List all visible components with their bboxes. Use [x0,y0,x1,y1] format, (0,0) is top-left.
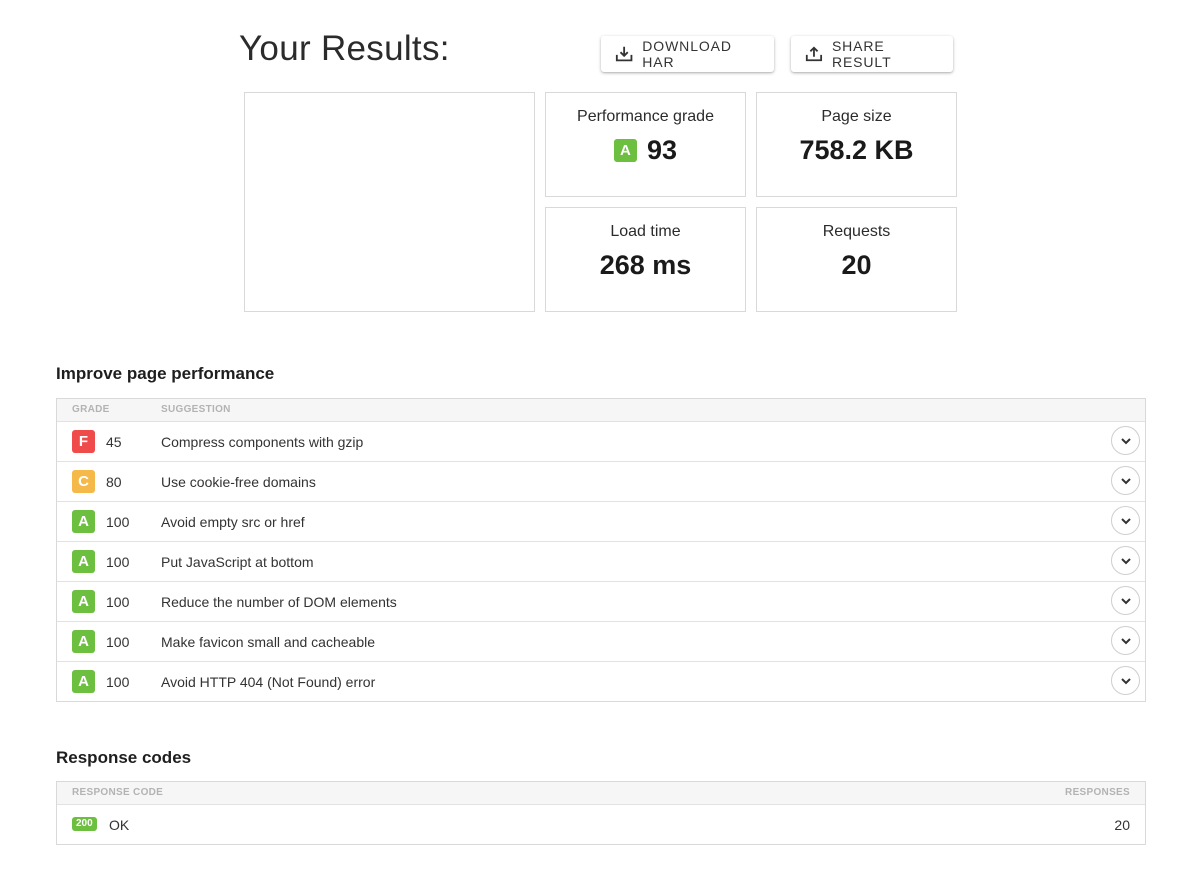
column-header-response-code: RESPONSE CODE [72,787,164,798]
expand-button[interactable] [1111,626,1140,655]
download-har-button[interactable]: DOWNLOAD HAR [601,36,774,72]
share-result-label: SHARE RESULT [831,38,892,70]
chevron-down-icon [1120,437,1131,444]
score-value: 100 [106,554,130,570]
table-row[interactable]: A 100 Reduce the number of DOM elements [57,582,1145,622]
table-row[interactable]: A 100 Avoid empty src or href [57,502,1145,542]
chevron-down-icon [1120,477,1131,484]
suggestion-text: Make favicon small and cacheable [161,634,376,650]
score-value: 100 [106,674,130,690]
expand-button[interactable] [1111,506,1140,535]
grade-badge: A [613,139,637,162]
chevron-down-icon [1120,597,1131,604]
table-header: RESPONSE CODE RESPONSES [57,782,1145,805]
grade-badge: A [72,550,95,573]
suggestion-text: Use cookie-free domains [161,474,316,490]
suggestion-text: Compress components with gzip [161,434,364,450]
table-row: 200 OK 20 [57,805,1145,844]
column-header-responses: RESPONSES [1065,787,1130,798]
suggestion-text: Reduce the number of DOM elements [161,594,397,610]
requests-value: 20 [841,250,872,280]
responses-count: 20 [1114,817,1130,833]
performance-grade-label: Performance grade [577,108,714,125]
score-value: 100 [106,594,130,610]
page-screenshot-preview [244,92,535,312]
suggestion-text: Avoid HTTP 404 (Not Found) error [161,674,376,690]
page-size-value: 758.2 KB [799,135,914,165]
grade-badge: A [72,630,95,653]
performance-grade-value: 93 [646,135,678,165]
expand-button[interactable] [1111,666,1140,695]
grade-badge: A [72,670,95,693]
status-text: OK [109,817,130,833]
chevron-down-icon [1120,637,1131,644]
chevron-down-icon [1120,677,1131,684]
page-size-label: Page size [821,108,892,125]
page-size-tile: Page size 758.2 KB [756,92,957,197]
expand-button[interactable] [1111,546,1140,575]
load-time-value: 268 ms [599,250,692,280]
column-header-suggestion: SUGGESTION [161,404,231,415]
grade-badge: A [72,590,95,613]
chevron-down-icon [1120,517,1131,524]
requests-label: Requests [822,223,891,240]
table-row[interactable]: A 100 Avoid HTTP 404 (Not Found) error [57,662,1145,701]
performance-table: GRADE SUGGESTION F 45 Compress component… [56,398,1146,702]
grade-badge: A [72,510,95,533]
table-header: GRADE SUGGESTION [57,399,1145,422]
grade-badge: C [72,470,95,493]
share-result-button[interactable]: SHARE RESULT [791,36,953,72]
table-row[interactable]: F 45 Compress components with gzip [57,422,1145,462]
page-title: Your Results: [239,29,450,68]
download-icon [615,46,633,62]
chevron-down-icon [1120,557,1131,564]
expand-button[interactable] [1111,426,1140,455]
score-value: 80 [106,474,122,490]
load-time-label: Load time [610,223,681,240]
requests-tile: Requests 20 [756,207,957,312]
suggestion-text: Put JavaScript at bottom [161,554,314,570]
grade-badge: F [72,430,95,453]
table-row[interactable]: A 100 Put JavaScript at bottom [57,542,1145,582]
score-value: 45 [106,434,122,450]
response-codes-table: RESPONSE CODE RESPONSES 200 OK 20 [56,781,1146,845]
share-icon [805,46,823,62]
load-time-tile: Load time 268 ms [545,207,746,312]
status-code-badge: 200 [72,817,97,831]
download-har-label: DOWNLOAD HAR [642,38,732,70]
column-header-grade: GRADE [72,404,110,415]
score-value: 100 [106,634,130,650]
score-value: 100 [106,514,130,530]
table-row[interactable]: C 80 Use cookie-free domains [57,462,1145,502]
improve-performance-title: Improve page performance [56,364,275,383]
expand-button[interactable] [1111,466,1140,495]
table-row[interactable]: A 100 Make favicon small and cacheable [57,622,1145,662]
response-codes-title: Response codes [56,748,192,767]
expand-button[interactable] [1111,586,1140,615]
suggestion-text: Avoid empty src or href [161,514,305,530]
performance-grade-tile: Performance grade A 93 [545,92,746,197]
